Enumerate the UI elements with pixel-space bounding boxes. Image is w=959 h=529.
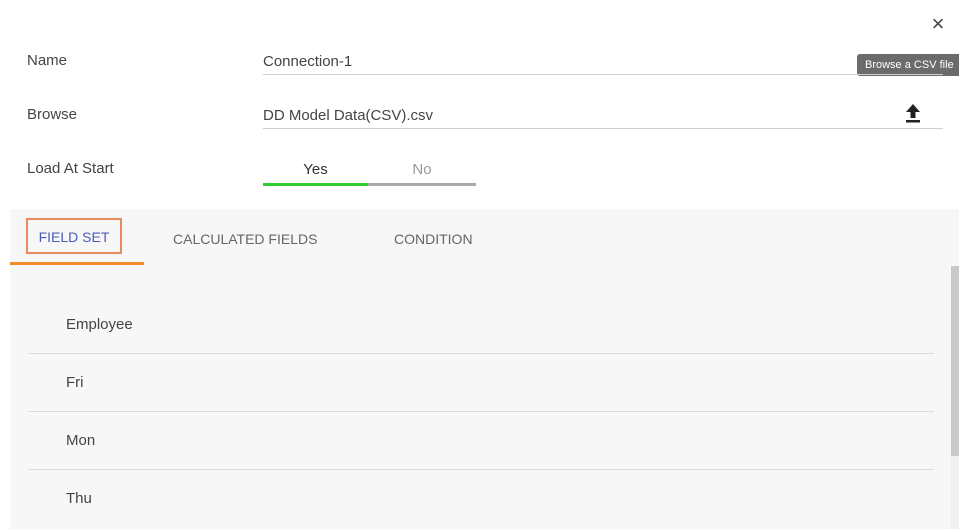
- close-icon[interactable]: ×: [928, 13, 948, 35]
- scrollbar-thumb[interactable]: [951, 266, 959, 456]
- toggle-no-option[interactable]: No: [368, 157, 476, 186]
- tab-field-set-label: FIELD SET: [26, 218, 122, 254]
- tab-field-set[interactable]: FIELD SET: [10, 209, 144, 265]
- tab-calculated-fields[interactable]: CALCULATED FIELDS: [173, 209, 317, 265]
- tab-condition[interactable]: CONDITION: [394, 209, 473, 265]
- load-at-start-toggle: Yes No: [263, 157, 476, 186]
- fields-panel: FIELD SET CALCULATED FIELDS CONDITION Em…: [10, 209, 959, 529]
- name-field[interactable]: Connection-1: [263, 50, 943, 75]
- list-item[interactable]: Fri: [28, 354, 934, 412]
- field-list: Employee Fri Mon Thu: [28, 296, 934, 528]
- load-at-start-label: Load At Start: [27, 160, 114, 177]
- toggle-yes-option[interactable]: Yes: [263, 157, 368, 186]
- name-label: Name: [27, 52, 68, 69]
- browse-field[interactable]: DD Model Data(CSV).csv: [263, 104, 943, 129]
- upload-icon[interactable]: [904, 102, 922, 124]
- list-item[interactable]: Mon: [28, 412, 934, 470]
- list-item[interactable]: Employee: [28, 296, 934, 354]
- browse-label: Browse: [27, 106, 78, 123]
- vertical-scrollbar[interactable]: [951, 266, 959, 529]
- list-item[interactable]: Thu: [28, 470, 934, 528]
